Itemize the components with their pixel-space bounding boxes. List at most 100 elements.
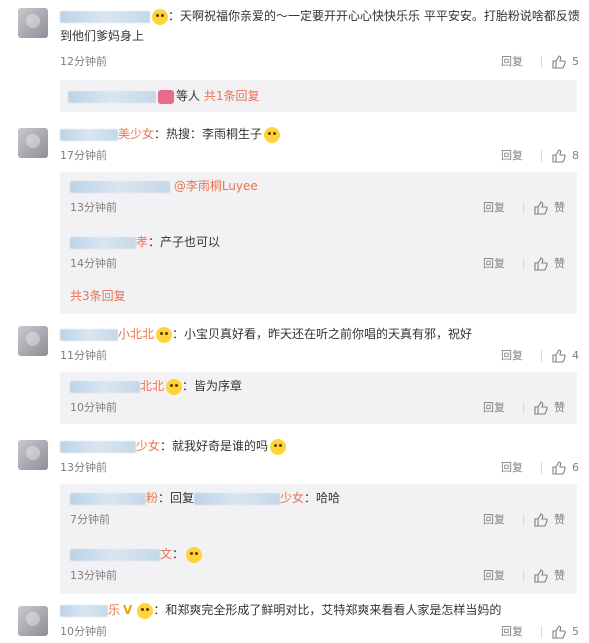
like-count: 5 xyxy=(572,625,579,638)
avatar[interactable] xyxy=(18,8,48,38)
username-suffix[interactable]: 北北 xyxy=(140,379,164,393)
username[interactable] xyxy=(60,604,108,617)
divider xyxy=(523,514,524,526)
reply-text: ：哈哈 xyxy=(304,491,341,505)
thumbs-up-icon[interactable] xyxy=(534,401,548,415)
sub-replies-box: 北北 ：皆为序章 10分钟前 回复 赞 xyxy=(60,372,577,424)
reply-button[interactable]: 回复 xyxy=(501,624,523,640)
like-label[interactable]: 赞 xyxy=(554,513,565,526)
sub-replies-box: @李雨桐Luyee 13分钟前 回复赞 孝：产子也可以 14分钟前 回复赞 共3… xyxy=(60,172,577,314)
reply-button[interactable]: 回复 xyxy=(501,348,523,364)
view-replies-link[interactable]: 共1条回复 xyxy=(204,89,260,103)
username-suffix[interactable]: 美少女 xyxy=(118,127,154,141)
like-count: 6 xyxy=(572,461,579,474)
reply-button[interactable]: 回复 xyxy=(501,460,523,476)
username[interactable] xyxy=(60,440,136,453)
crown-emoji-icon xyxy=(137,602,154,619)
reply-button[interactable]: 回复 xyxy=(483,200,505,216)
doge-emoji-icon xyxy=(186,546,203,563)
avatar[interactable] xyxy=(18,128,48,158)
thumbs-up-icon[interactable] xyxy=(534,513,548,527)
fan-badge-icon xyxy=(158,89,174,104)
reply-username[interactable] xyxy=(70,492,146,505)
comment-text: ：就我好奇是谁的吗 xyxy=(160,439,269,453)
thumbs-up-icon[interactable] xyxy=(534,569,548,583)
reply-time: 14分钟前 xyxy=(70,257,117,270)
divider xyxy=(541,56,542,68)
comment-text: ：和郑爽完全形成了鲜明对比，艾特郑爽来看看人家是怎样当妈的 xyxy=(153,603,502,617)
username-suffix[interactable]: 粉 xyxy=(146,491,158,505)
reply-button[interactable]: 回复 xyxy=(501,148,523,164)
reply-time: 7分钟前 xyxy=(70,513,110,526)
comment-time: 10分钟前 xyxy=(60,625,107,638)
divider xyxy=(541,626,542,638)
like-count: 5 xyxy=(572,55,579,68)
thumbs-up-icon[interactable] xyxy=(552,461,566,475)
avatar[interactable] xyxy=(18,606,48,636)
doge-emoji-icon xyxy=(264,126,281,143)
comment-text: ：小宝贝真好看，昨天还在听之前你唱的天真有邪，祝好 xyxy=(172,327,473,341)
divider xyxy=(523,402,524,414)
divider xyxy=(523,258,524,270)
username-suffix[interactable]: 小北北 xyxy=(118,327,154,341)
crown-emoji-icon xyxy=(156,326,173,343)
divider xyxy=(541,350,542,362)
thumbs-up-icon[interactable] xyxy=(552,149,566,163)
comment-text-cont: 到他们爹妈身上 xyxy=(60,29,145,43)
reply-time: 10分钟前 xyxy=(70,401,117,414)
crown-emoji-icon xyxy=(152,8,168,25)
mentioned-username[interactable] xyxy=(194,492,281,505)
crown-emoji-icon xyxy=(166,378,183,395)
reply-username[interactable] xyxy=(70,380,140,393)
divider xyxy=(523,202,524,214)
username[interactable] xyxy=(60,328,118,341)
avatar[interactable] xyxy=(18,326,48,356)
username-suffix[interactable]: 孝 xyxy=(136,235,148,249)
username[interactable] xyxy=(60,10,150,23)
thumbs-up-icon[interactable] xyxy=(552,625,566,639)
verified-v-icon: V xyxy=(123,603,133,617)
divider xyxy=(523,570,524,582)
view-more-replies-link[interactable]: 共3条回复 xyxy=(70,288,126,304)
doge-emoji-icon xyxy=(270,438,287,455)
username-suffix[interactable]: 少女 xyxy=(136,439,160,453)
reply-button[interactable]: 回复 xyxy=(483,256,505,272)
thumbs-up-icon[interactable] xyxy=(534,201,548,215)
reply-button[interactable]: 回复 xyxy=(483,512,505,528)
like-count: 4 xyxy=(572,349,579,362)
divider xyxy=(541,150,542,162)
like-label[interactable]: 赞 xyxy=(554,401,565,414)
mentioned-username-suffix[interactable]: 少女 xyxy=(280,491,304,505)
reply-time: 13分钟前 xyxy=(70,569,117,582)
username[interactable] xyxy=(60,128,118,141)
reply-username[interactable] xyxy=(70,548,160,561)
reply-time: 13分钟前 xyxy=(70,201,117,214)
reply-button[interactable]: 回复 xyxy=(483,568,505,584)
comment-text: ：热搜：李雨桐生子 xyxy=(154,127,263,141)
reply-username[interactable] xyxy=(68,90,156,103)
comment-time: 12分钟前 xyxy=(60,55,107,68)
username-suffix[interactable]: 文 xyxy=(160,547,172,561)
like-label[interactable]: 赞 xyxy=(554,201,565,214)
thumbs-up-icon[interactable] xyxy=(534,257,548,271)
reply-text: ： xyxy=(172,547,185,561)
comment-time: 13分钟前 xyxy=(60,461,107,474)
thumbs-up-icon[interactable] xyxy=(552,349,566,363)
reply-button[interactable]: 回复 xyxy=(501,54,523,70)
reply-username[interactable] xyxy=(70,236,136,249)
reply-username[interactable] xyxy=(70,180,170,193)
username-suffix[interactable]: 乐 xyxy=(108,603,120,617)
thumbs-up-icon[interactable] xyxy=(552,55,566,69)
reply-button[interactable]: 回复 xyxy=(483,400,505,416)
divider xyxy=(541,462,542,474)
reply-text: ：产子也可以 xyxy=(148,235,221,249)
comment-text: ：天啊祝福你亲爱的～一定要开开心心快快乐乐 平平安安。打胎粉说啥都反馈 xyxy=(168,9,580,23)
like-label[interactable]: 赞 xyxy=(554,569,565,582)
avatar[interactable] xyxy=(18,440,48,470)
comment-time: 17分钟前 xyxy=(60,149,107,162)
summary-text: 等人 xyxy=(176,89,201,103)
like-label[interactable]: 赞 xyxy=(554,257,565,270)
sub-replies-box: 粉：回复 少女：哈哈 7分钟前 回复赞 文： 13分钟前 回复赞 xyxy=(60,484,577,594)
mention-link[interactable]: @李雨桐Luyee xyxy=(174,179,258,193)
comment-time: 11分钟前 xyxy=(60,349,107,362)
